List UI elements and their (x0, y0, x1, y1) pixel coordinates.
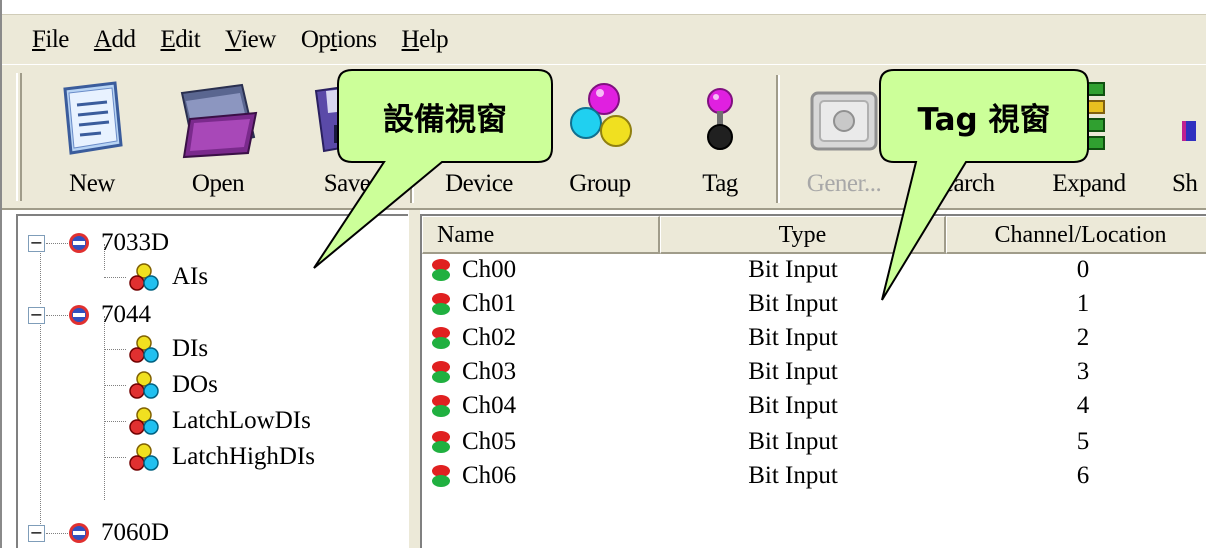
group-icon (129, 443, 159, 471)
tree-node-label: LatchHighDIs (172, 443, 316, 470)
tree-node-group[interactable]: DOs (104, 368, 218, 402)
save-label: Save (323, 170, 371, 197)
tree-node-group[interactable]: AIs (104, 260, 209, 294)
menu-options[interactable]: Options (301, 26, 377, 54)
menu-bar: File Add Edit View Options Help (2, 14, 1206, 64)
generate-label: Gener... (806, 170, 882, 197)
group-icon (129, 263, 159, 291)
table-row[interactable]: Ch04 Bit Input 4 (422, 390, 1206, 422)
pane-splitter[interactable] (408, 210, 420, 548)
tree-node-group[interactable]: LatchLowDIs (104, 404, 311, 438)
group-label: Group (569, 170, 631, 197)
tag-list[interactable]: Name Type Channel/Location Ch00 Bit Inpu… (420, 214, 1206, 548)
menu-add[interactable]: Add (94, 26, 136, 54)
device-tree[interactable]: − 7033D AIs − 7044 DIs DOs LatchLowDIs L… (16, 214, 408, 548)
tree-node-device[interactable]: − 7044 (28, 298, 151, 332)
generate-button[interactable]: Gener... (788, 71, 900, 207)
device-label: Device (445, 170, 513, 197)
tag-icon (432, 259, 450, 281)
device-window-callout-label: 設備視窗 (383, 102, 507, 138)
table-row[interactable]: Ch00 Bit Input 0 (422, 254, 1206, 286)
collapse-toggle-icon[interactable]: − (28, 306, 45, 324)
open-label: Open (191, 170, 245, 197)
tree-node-label: LatchLowDIs (172, 407, 311, 434)
tag-label: Tag (702, 170, 738, 197)
tree-node-device[interactable]: − 7060D (28, 516, 169, 548)
tree-guide (40, 316, 41, 536)
open-button[interactable]: Open (158, 71, 278, 207)
tag-window-callout-label: Tag 視窗 (917, 102, 1051, 138)
show-label: Sh (1172, 170, 1198, 197)
app-window: File Add Edit View Options Help New Open… (0, 0, 1206, 548)
column-header-type[interactable]: Type (660, 216, 946, 254)
tree-node-label: DOs (172, 371, 218, 398)
tag-icon (432, 431, 450, 453)
group-icon (129, 335, 159, 363)
menu-view[interactable]: View (225, 26, 276, 54)
tree-node-group[interactable]: LatchHighDIs (104, 440, 316, 474)
menu-help[interactable]: Help (402, 26, 449, 54)
tag-icon (432, 395, 450, 417)
tree-node-label: 7044 (101, 301, 151, 328)
save-button[interactable]: Save (292, 71, 402, 207)
expand-button[interactable]: Expand (1032, 71, 1146, 207)
collapse-toggle-icon[interactable]: − (28, 234, 45, 252)
show-button[interactable]: Sh (1152, 71, 1206, 207)
group-icon (560, 79, 640, 164)
column-header-name[interactable]: Name (422, 216, 660, 254)
show-icon (1176, 79, 1200, 164)
tag-icon (432, 327, 450, 349)
new-file-icon (57, 79, 127, 162)
device-button[interactable]: Device (422, 71, 536, 207)
search-label: Search (929, 170, 995, 197)
new-button[interactable]: New (38, 71, 146, 207)
tag-button[interactable]: Tag (678, 71, 762, 207)
open-folder-icon (176, 79, 260, 164)
menu-file[interactable]: File (32, 26, 69, 54)
tree-guide (104, 316, 105, 500)
toolbar-separator (776, 75, 780, 203)
group-icon (129, 371, 159, 399)
module-icon (69, 233, 89, 253)
collapse-toggle-icon[interactable]: − (28, 524, 45, 542)
tree-node-label: 7033D (101, 229, 170, 256)
module-icon (69, 523, 89, 543)
new-label: New (69, 170, 115, 197)
tree-node-group[interactable]: DIs (104, 332, 209, 366)
tag-icon (432, 361, 450, 383)
tree-node-label: DIs (172, 335, 209, 362)
tree-node-label: AIs (172, 263, 209, 290)
tree-node-label: 7060D (101, 519, 170, 546)
generate-wrench-icon (804, 79, 884, 164)
tag-icon (432, 293, 450, 315)
table-row[interactable]: Ch02 Bit Input 2 (422, 322, 1206, 354)
search-button[interactable]: Search (902, 71, 1022, 207)
column-header-channel[interactable]: Channel/Location (946, 216, 1206, 254)
table-row[interactable]: Ch03 Bit Input 3 (422, 356, 1206, 388)
toolbar-grip[interactable] (16, 73, 22, 201)
expand-label: Expand (1052, 170, 1126, 197)
table-row[interactable]: Ch01 Bit Input 1 (422, 288, 1206, 320)
table-row[interactable]: Ch05 Bit Input 5 (422, 426, 1206, 458)
group-icon (129, 407, 159, 435)
list-header: Name Type Channel/Location (422, 216, 1206, 254)
table-row[interactable]: Ch06 Bit Input 6 (422, 460, 1206, 492)
module-icon (69, 305, 89, 325)
tag-icon (700, 79, 740, 168)
tag-icon (432, 465, 450, 487)
group-button[interactable]: Group (542, 71, 658, 207)
menu-edit[interactable]: Edit (160, 26, 200, 54)
tree-node-device[interactable]: − 7033D (28, 226, 169, 260)
